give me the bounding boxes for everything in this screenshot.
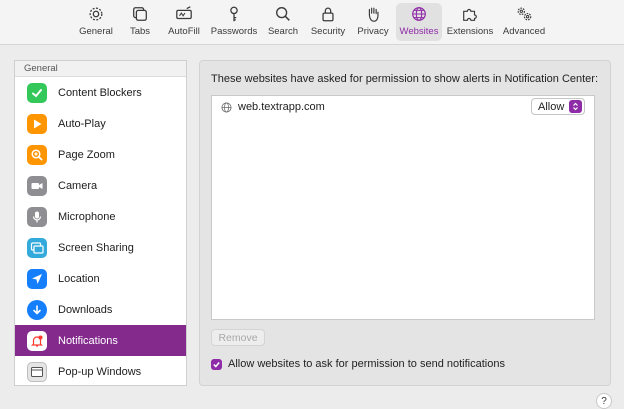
sidebar-item-downloads[interactable]: Downloads	[15, 294, 186, 325]
sidebar-item-label: Screen Sharing	[58, 241, 134, 254]
toolbar-tabs-label: Tabs	[129, 26, 151, 37]
sidebar-item-camera[interactable]: Camera	[15, 170, 186, 201]
globe-icon	[412, 7, 426, 21]
sidebar-item-label: Downloads	[58, 303, 113, 316]
remove-button[interactable]: Remove	[211, 329, 265, 346]
website-name: web.textrapp.com	[238, 101, 325, 113]
puzzle-icon	[463, 8, 477, 21]
gears-icon	[517, 7, 532, 21]
toolbar-autofill-label: AutoFill	[168, 26, 200, 37]
camera-icon	[31, 182, 43, 189]
sidebar-item-label: Auto-Play	[58, 117, 106, 130]
list-item[interactable]: web.textrapp.com Allow	[212, 96, 594, 118]
permission-select-value: Allow	[538, 100, 565, 113]
sidebar-item-label: Content Blockers	[58, 86, 142, 99]
toolbar-websites[interactable]: Websites	[396, 3, 442, 41]
toolbar-passwords[interactable]: Passwords	[210, 3, 258, 41]
allow-notifications-option[interactable]: Allow websites to ask for permission to …	[211, 358, 505, 370]
microphone-icon	[32, 211, 42, 222]
sidebar-item-auto-play[interactable]: Auto-Play	[15, 108, 186, 139]
sidebar-item-page-zoom[interactable]: Page Zoom	[15, 139, 186, 170]
toolbar-extensions-label: Extensions	[446, 26, 494, 37]
toolbar-general-label: General	[79, 26, 113, 37]
download-icon	[33, 304, 41, 315]
checkmark-icon	[32, 88, 42, 97]
popup-window-icon	[31, 366, 43, 377]
help-button[interactable]: ?	[596, 393, 612, 409]
toolbar-security[interactable]: Security	[308, 3, 348, 41]
zoom-icon	[31, 148, 43, 161]
globe-icon	[221, 102, 232, 112]
lock-icon	[322, 7, 334, 22]
play-icon	[34, 119, 42, 128]
panel-title: These websites have asked for permission…	[211, 73, 599, 85]
magnifier-icon	[276, 7, 290, 21]
hand-icon	[368, 7, 379, 22]
website-list[interactable]: web.textrapp.com Allow	[211, 95, 595, 320]
toolbar-search-label: Search	[267, 26, 299, 37]
screen-sharing-icon	[30, 241, 44, 254]
sidebar-item-screen-sharing[interactable]: Screen Sharing	[15, 232, 186, 263]
toolbar-extensions[interactable]: Extensions	[446, 3, 494, 41]
location-arrow-icon	[32, 273, 42, 284]
toolbar-security-label: Security	[310, 26, 346, 37]
website-settings-sidebar: General Content Blockers Auto-Play Page …	[14, 60, 187, 386]
toolbar-general[interactable]: General	[78, 3, 114, 41]
toolbar-search[interactable]: Search	[266, 3, 300, 41]
sidebar-item-label: Notifications	[58, 334, 118, 347]
preferences-toolbar: General Tabs AutoFill Passwords Search S…	[0, 0, 624, 45]
autofill-icon	[176, 6, 192, 20]
allow-notifications-checkbox[interactable]	[211, 358, 222, 370]
toolbar-autofill[interactable]: AutoFill	[166, 3, 202, 41]
sidebar-item-label: Pop-up Windows	[58, 365, 142, 378]
gear-icon	[89, 7, 103, 21]
sidebar-item-label: Microphone	[58, 210, 116, 223]
sidebar-item-label: Camera	[58, 179, 98, 192]
key-icon	[230, 6, 238, 22]
allow-notifications-label: Allow websites to ask for permission to …	[228, 358, 505, 370]
sidebar-item-notifications[interactable]: Notifications	[15, 325, 186, 356]
sidebar-item-microphone[interactable]: Microphone	[15, 201, 186, 232]
sidebar-item-label: Location	[58, 272, 100, 285]
sidebar-item-pop-up-windows[interactable]: Pop-up Windows	[15, 356, 186, 385]
chevron-updown-icon	[569, 100, 582, 113]
toolbar-websites-label: Websites	[399, 26, 439, 37]
toolbar-passwords-label: Passwords	[210, 26, 258, 37]
toolbar-privacy-label: Privacy	[357, 26, 389, 37]
toolbar-privacy[interactable]: Privacy	[354, 3, 392, 41]
sidebar-item-location[interactable]: Location	[15, 263, 186, 294]
tabs-icon	[133, 7, 147, 21]
toolbar-tabs[interactable]: Tabs	[126, 3, 154, 41]
toolbar-advanced-label: Advanced	[502, 26, 546, 37]
sidebar-item-label: Page Zoom	[58, 148, 115, 161]
notification-bell-icon	[31, 335, 43, 347]
permission-select[interactable]: Allow	[531, 98, 585, 115]
notifications-panel: These websites have asked for permission…	[199, 60, 611, 386]
checkmark-icon	[213, 361, 220, 368]
sidebar-item-content-blockers[interactable]: Content Blockers	[15, 77, 186, 108]
toolbar-advanced[interactable]: Advanced	[502, 3, 546, 41]
sidebar-section-header: General	[15, 61, 186, 77]
